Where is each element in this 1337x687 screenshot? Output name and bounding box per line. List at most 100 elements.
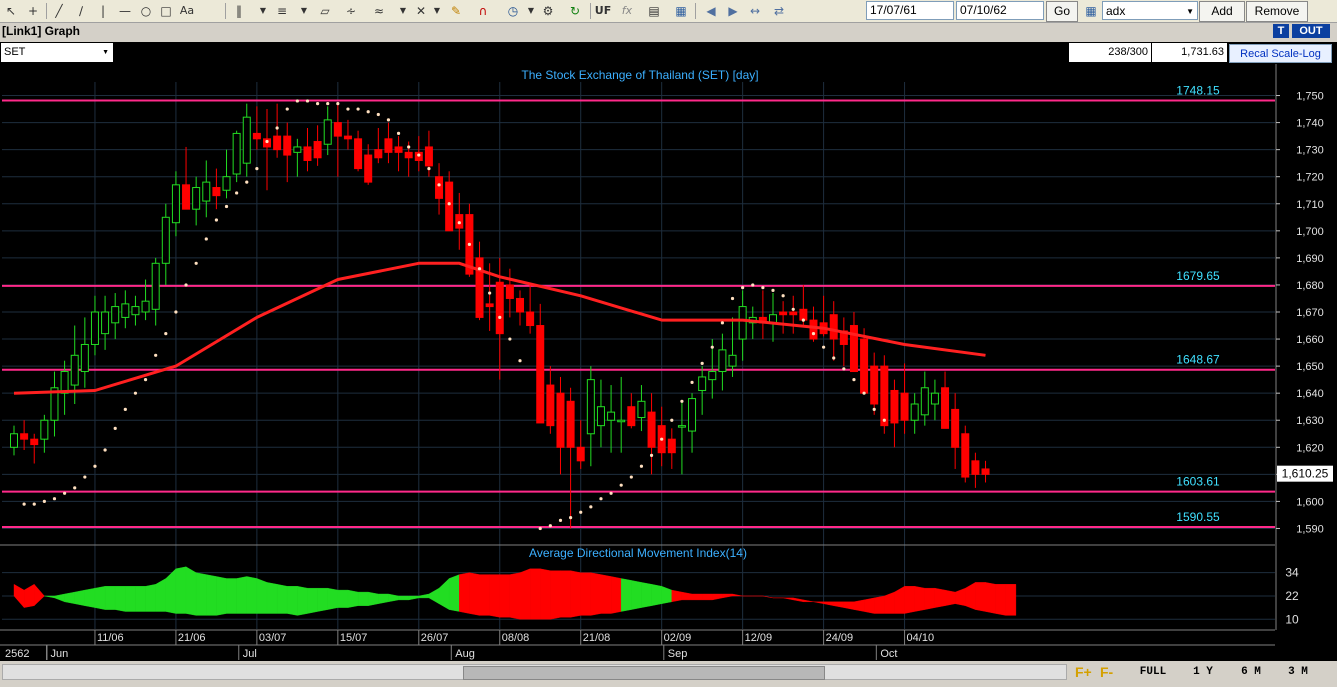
- adx-area-segment: [64, 591, 75, 604]
- candle-body: [192, 187, 201, 210]
- candle-body: [424, 146, 433, 167]
- image-icon[interactable]: ▦: [672, 2, 690, 20]
- trendline-icon[interactable]: ╱: [50, 2, 68, 20]
- sar-dot: [376, 112, 380, 117]
- adx-area-segment: [489, 574, 500, 618]
- sar-dot: [700, 361, 704, 366]
- x-tick-label: 21/08: [583, 632, 611, 644]
- level-label: 1748.15: [1176, 84, 1220, 98]
- chart-type-icon[interactable]: ▤: [645, 2, 663, 20]
- candle-body: [880, 365, 889, 427]
- scroll-thumb[interactable]: [463, 666, 825, 680]
- refresh-icon[interactable]: ↻: [566, 2, 584, 20]
- month-label: Jun: [50, 648, 68, 660]
- out-button[interactable]: OUT: [1292, 24, 1330, 38]
- adx-area-segment: [236, 576, 248, 614]
- sar-dot: [245, 180, 249, 184]
- gann-fan-icon[interactable]: ▱: [316, 2, 334, 20]
- text-tool-icon[interactable]: Aa: [178, 2, 196, 20]
- scroll-right-icon[interactable]: ▶: [724, 2, 742, 20]
- chevron-down-icon[interactable]: ▼: [394, 2, 412, 20]
- toolbar-divider: [225, 3, 226, 19]
- y-tick-label: 1,740: [1296, 118, 1324, 130]
- crosshair-icon[interactable]: +: [24, 2, 42, 20]
- settings-icon[interactable]: ⚙: [539, 2, 557, 20]
- remove-button[interactable]: Remove: [1246, 1, 1308, 22]
- chevron-down-icon[interactable]: ▼: [428, 2, 446, 20]
- uf-button[interactable]: UF: [594, 2, 612, 20]
- scroll-left-icon[interactable]: ◀: [702, 2, 720, 20]
- adx-area-segment: [155, 578, 167, 612]
- sar-dot: [235, 191, 239, 195]
- adx-area-segment: [570, 570, 581, 618]
- rectangle-icon[interactable]: □: [157, 2, 175, 20]
- adx-area-segment: [924, 588, 936, 610]
- indicator-icon: ▦: [1085, 4, 1097, 18]
- sar-dot: [194, 261, 198, 265]
- fibonacci-icon[interactable]: ≡: [273, 2, 291, 20]
- sar-dot: [285, 107, 289, 111]
- adx-area-segment: [145, 584, 156, 612]
- chevron-down-icon[interactable]: ▼: [254, 2, 272, 20]
- chevron-down-icon[interactable]: ▼: [295, 2, 313, 20]
- go-button[interactable]: Go: [1046, 1, 1078, 22]
- adx-area-segment: [550, 570, 561, 620]
- adx-area-segment: [975, 582, 986, 612]
- symbol-select[interactable]: SET ▼: [1, 43, 113, 62]
- vertical-line-icon[interactable]: |: [94, 2, 112, 20]
- candle-body: [809, 319, 818, 340]
- function-button[interactable]: fx: [618, 2, 636, 20]
- ray-line-icon[interactable]: ∕: [72, 2, 90, 20]
- six-month-button[interactable]: 6 M: [1228, 664, 1274, 681]
- y-tick-label: 1,620: [1296, 442, 1324, 454]
- candle-body: [212, 187, 221, 197]
- sar-dot: [204, 237, 208, 241]
- add-button[interactable]: Add: [1199, 1, 1245, 22]
- sar-dot: [326, 102, 330, 106]
- sar-dot: [103, 448, 107, 452]
- x-tick-label: 11/06: [97, 632, 124, 644]
- horizontal-line-icon[interactable]: —: [116, 2, 134, 20]
- sar-dot: [822, 345, 826, 349]
- adx-area-segment: [621, 578, 632, 612]
- candle-body: [728, 354, 737, 367]
- t-button[interactable]: T: [1273, 24, 1289, 38]
- chevron-down-icon[interactable]: ▼: [522, 2, 540, 20]
- sar-dot: [771, 288, 775, 292]
- adx-area-segment: [226, 578, 237, 614]
- wave-tool-icon[interactable]: ≈: [370, 2, 388, 20]
- adx-area-segment: [135, 586, 146, 612]
- sar-dot: [852, 378, 856, 382]
- zoom-in-button[interactable]: F+: [1075, 664, 1092, 680]
- y-tick-label: 1,660: [1296, 334, 1324, 346]
- time-scrollbar[interactable]: [2, 664, 1067, 680]
- adx-area-segment: [874, 595, 885, 614]
- x-tick-label: 24/09: [826, 632, 854, 644]
- candle-body: [303, 146, 312, 161]
- candle-body: [354, 138, 363, 170]
- pointer-icon[interactable]: ↖: [2, 2, 20, 20]
- candle-body: [930, 392, 939, 405]
- full-range-button[interactable]: FULL: [1130, 664, 1176, 681]
- expand-icon[interactable]: ↔: [746, 2, 764, 20]
- date-to-input[interactable]: [956, 1, 1044, 20]
- chart-canvas[interactable]: 1748.15 1679.65 1648.67 1603.61 1590.55 1,59…: [0, 64, 1337, 661]
- date-from-input[interactable]: [866, 1, 954, 20]
- candle-body: [171, 184, 180, 224]
- magnet-icon[interactable]: ∩: [474, 2, 492, 20]
- pitchfork-icon[interactable]: ∻: [342, 2, 360, 20]
- candle-body: [900, 392, 909, 421]
- circle-icon[interactable]: ○: [137, 2, 155, 20]
- channel-icon[interactable]: ‖: [230, 2, 248, 20]
- compress-icon[interactable]: ⇄: [770, 2, 788, 20]
- three-month-button[interactable]: 3 M: [1275, 664, 1321, 681]
- one-year-button[interactable]: 1 Y: [1180, 664, 1226, 681]
- clock-icon[interactable]: ◷: [504, 2, 522, 20]
- x-tick-label: 08/08: [502, 632, 530, 644]
- time-axis: 11/06 21/06 03/07 15/07 26/07 08/08 21/08 02/09…: [0, 629, 1337, 661]
- recal-scale-log-button[interactable]: Recal Scale-Log: [1229, 44, 1332, 63]
- x-tick-label: 12/09: [745, 632, 773, 644]
- indicator-select[interactable]: adx ▼: [1102, 1, 1198, 20]
- zoom-out-button[interactable]: F-: [1100, 664, 1113, 680]
- pencil-icon[interactable]: ✎: [447, 2, 465, 20]
